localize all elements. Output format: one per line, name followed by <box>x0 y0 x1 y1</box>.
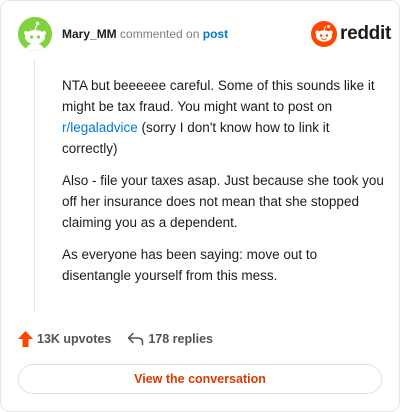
commented-on-label: commented on <box>120 27 200 41</box>
reddit-wordmark: reddit <box>340 23 391 44</box>
replies-count: 178 replies <box>148 332 213 346</box>
replies-stat[interactable]: 178 replies <box>127 332 213 346</box>
comment-paragraph-1: NTA but beeeeee careful. Some of this so… <box>62 78 375 156</box>
snoo-avatar-icon[interactable] <box>18 17 52 51</box>
comment-paragraph-2: Also - file your taxes asap. Just becaus… <box>62 173 384 230</box>
comment-stats: 13K upvotes 178 replies <box>18 331 213 347</box>
reddit-logo-icon <box>311 21 337 47</box>
upvotes-count: 13K upvotes <box>37 332 112 346</box>
subreddit-link[interactable]: r/legaladvice <box>62 120 138 135</box>
view-conversation-button[interactable]: View the conversation <box>18 364 382 394</box>
username-link[interactable]: Mary_MM <box>62 27 117 41</box>
reddit-logo[interactable]: reddit <box>311 21 391 47</box>
upvotes-stat[interactable]: 13K upvotes <box>18 331 111 347</box>
comment-header: Mary_MM commented on post <box>62 27 228 41</box>
comment-paragraph-3: As everyone has been saying: move out to… <box>62 247 318 283</box>
comment-card: Mary_MM commented on post reddit NTA but… <box>0 0 400 412</box>
upvote-arrow-icon <box>18 331 33 347</box>
thread-line <box>34 59 35 313</box>
post-link[interactable]: post <box>203 27 228 41</box>
reply-arrow-icon <box>128 332 144 346</box>
comment-body: NTA but beeeeee careful. Some of this so… <box>62 75 384 297</box>
